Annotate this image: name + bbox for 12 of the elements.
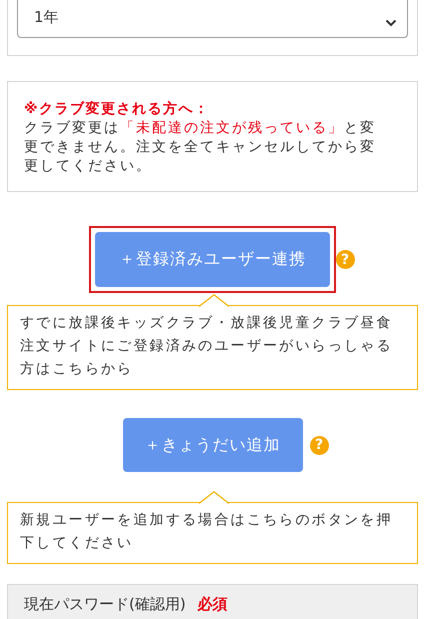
- notice-title: ※クラブ変更される方へ：: [24, 100, 211, 119]
- help-icon[interactable]: ?: [336, 250, 354, 269]
- add-button[interactable]: ＋登録済みユーザー連携: [95, 232, 330, 287]
- tooltip-text: すでに放課後キッズクラブ・放課後児童クラブ昼食注文サイトにご登録済みのユーザーがいらっしゃる方はこちらから: [20, 314, 394, 379]
- tooltip-text: 新規ユーザーを追加する場合はこちらのボタンを押下してください: [20, 511, 394, 553]
- notice-text: クラブ変更は「未配達の注文が残っている」と変更できません。注文を全てキャンセルしてから変更してください。: [24, 119, 377, 176]
- required-label: 必須: [198, 595, 228, 614]
- help-icon[interactable]: ?: [310, 436, 328, 454]
- grade-select[interactable]: 1年: [17, 0, 408, 38]
- field-label: 現在パスワード(確認用): [24, 595, 186, 614]
- chevron-down-icon: [385, 19, 397, 27]
- add-button[interactable]: ＋きょうだい追加: [122, 418, 302, 472]
